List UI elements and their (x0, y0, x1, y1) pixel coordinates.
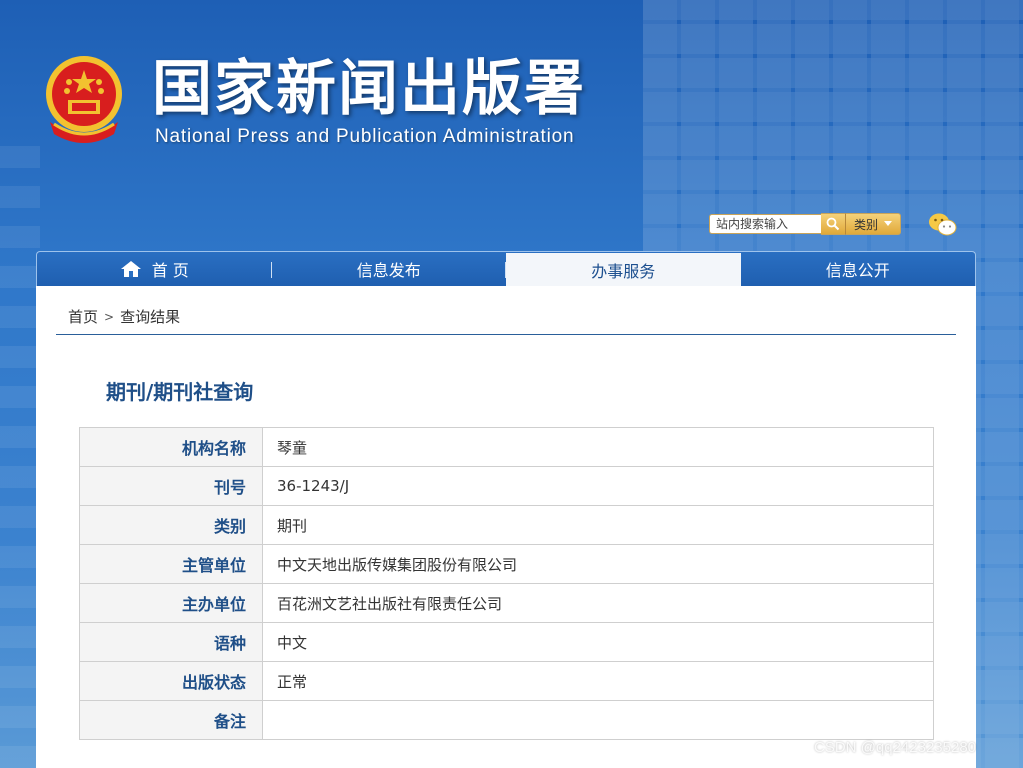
breadcrumb-divider (56, 334, 956, 335)
field-value: 正常 (262, 661, 934, 701)
breadcrumb-home-link[interactable]: 首页 (68, 306, 98, 327)
field-label: 类别 (79, 505, 263, 545)
table-row: 类别 期刊 (79, 505, 934, 545)
table-row: 主办单位 百花洲文艺社出版社有限责任公司 (79, 583, 934, 623)
breadcrumb: 首页 > 查询结果 (68, 306, 180, 327)
field-label: 主办单位 (79, 583, 263, 623)
table-row: 语种 中文 (79, 622, 934, 662)
breadcrumb-current: 查询结果 (120, 308, 181, 326)
field-label: 出版状态 (79, 661, 263, 701)
field-label: 主管单位 (79, 544, 263, 584)
category-label: 类别 (854, 217, 879, 232)
nav-item-label: 信息发布 (356, 261, 421, 280)
home-icon (120, 261, 141, 277)
nav-item-label: 首 页 (151, 261, 189, 280)
site-title-en: National Press and Publication Administr… (155, 126, 575, 147)
wechat-icon[interactable] (928, 212, 958, 238)
search-input[interactable] (709, 214, 821, 234)
field-value (262, 700, 934, 740)
caret-down-icon (884, 221, 893, 226)
field-value: 百花洲文艺社出版社有限责任公司 (262, 583, 934, 623)
nav-item-label: 办事服务 (591, 261, 656, 281)
field-value: 期刊 (262, 505, 934, 545)
watermark: CSDN @qq2423235280 (814, 739, 977, 756)
table-row: 机构名称 琴童 (79, 427, 934, 467)
page-title: 期刊/期刊社查询 (106, 380, 254, 404)
main-nav: 首 页 信息发布 办事服务 信息公开 (36, 251, 976, 286)
national-emblem-icon (46, 56, 122, 143)
site-title-cn: 国家新闻出版署 (152, 54, 586, 124)
nav-item-home[interactable]: 首 页 (37, 252, 272, 286)
table-row: 出版状态 正常 (79, 661, 934, 701)
search-icon (826, 217, 840, 231)
nav-item-services[interactable]: 办事服务 (506, 253, 741, 286)
table-row: 主管单位 中文天地出版传媒集团股份有限公司 (79, 544, 934, 584)
table-row: 刊号 36-1243/J (79, 466, 934, 506)
field-value: 中文天地出版传媒集团股份有限公司 (262, 544, 934, 584)
nav-item-info-release[interactable]: 信息发布 (272, 252, 507, 286)
background-pattern-left (0, 140, 40, 768)
nav-item-label: 信息公开 (825, 261, 890, 280)
field-value: 36-1243/J (262, 466, 934, 506)
field-label: 语种 (79, 622, 263, 662)
breadcrumb-separator: > (104, 309, 115, 324)
field-value: 琴童 (262, 427, 934, 467)
table-row: 备注 (79, 700, 934, 740)
field-label: 机构名称 (79, 427, 263, 467)
field-label: 备注 (79, 700, 263, 740)
category-dropdown[interactable]: 类别 (845, 213, 902, 235)
site-search: 类别 (709, 213, 902, 235)
search-button[interactable] (821, 213, 845, 235)
field-value: 中文 (262, 622, 934, 662)
main-content: 首页 > 查询结果 期刊/期刊社查询 机构名称 琴童 刊号 36-1243/J … (36, 286, 976, 768)
field-label: 刊号 (79, 466, 263, 506)
record-table: 机构名称 琴童 刊号 36-1243/J 类别 期刊 主管单位 中文天地出版传媒… (79, 427, 934, 740)
nav-item-info-disclosure[interactable]: 信息公开 (741, 252, 976, 286)
